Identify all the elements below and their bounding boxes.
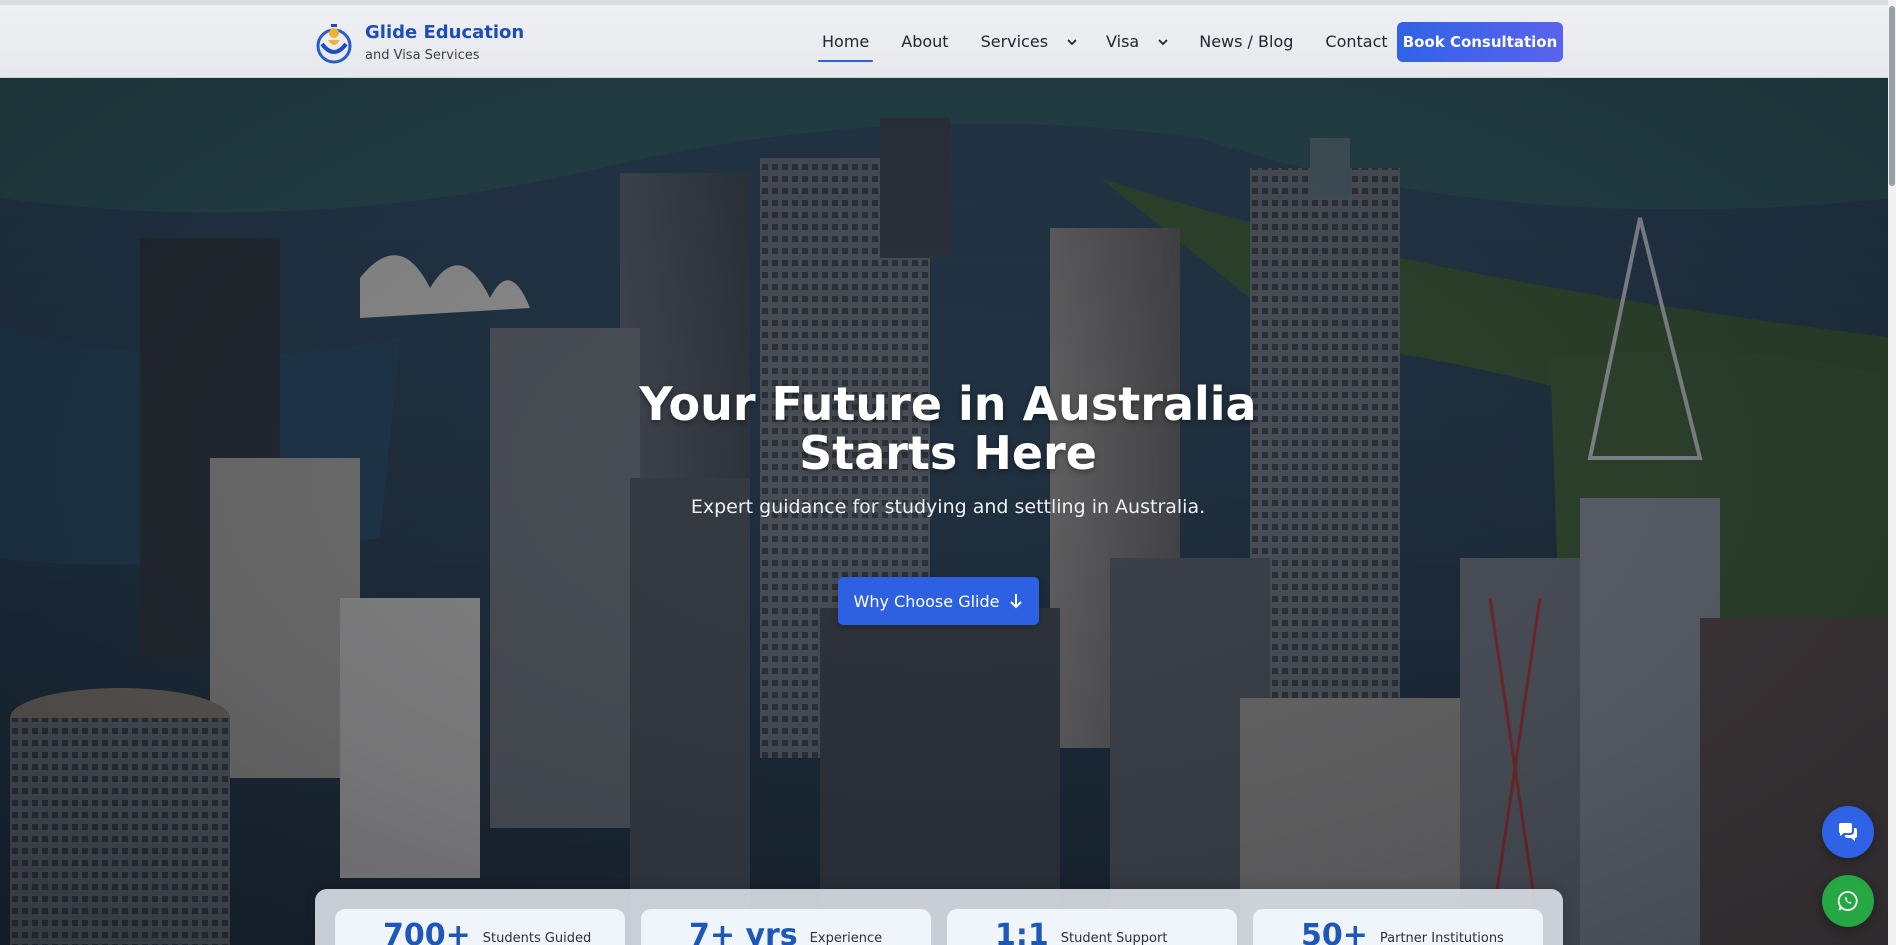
stat-label: Students Guided: [482, 931, 592, 945]
hero-title: Your Future in Australia Starts Here: [548, 380, 1348, 478]
stat-label: Experience: [809, 931, 883, 945]
site-header: Glide Education and Visa Services Home A…: [0, 0, 1896, 78]
nav-about-label: About: [901, 32, 949, 51]
hero-subtitle: Expert guidance for studying and settlin…: [690, 496, 1206, 518]
logo-icon: [316, 24, 352, 64]
stat-card: 7+ yrs Experience: [641, 909, 931, 945]
nav-contact-label: Contact: [1325, 32, 1388, 51]
nav-home[interactable]: Home: [817, 32, 874, 62]
stat-value: 7+ yrs: [689, 918, 798, 945]
nav-services-label: Services: [980, 32, 1049, 51]
stat-value: 50+: [1301, 918, 1368, 945]
scrollbar[interactable]: [1888, 0, 1896, 945]
nav-services[interactable]: Services: [981, 32, 1078, 51]
main-nav: Home About Services Visa News / Blog Con…: [810, 5, 1388, 78]
stat-label: Partner Institutions: [1379, 931, 1504, 945]
nav-visa[interactable]: Visa: [1106, 32, 1169, 51]
brand-title: Glide Education: [365, 22, 525, 43]
why-choose-glide-button[interactable]: Why Choose Glide: [838, 577, 1039, 625]
stat-value: 700+: [383, 918, 471, 945]
logo[interactable]: Glide Education and Visa Services: [313, 22, 524, 64]
chat-button[interactable]: [1822, 806, 1874, 858]
chat-bubbles-icon: [1839, 823, 1857, 841]
nav-news-blog[interactable]: News / Blog: [1199, 32, 1293, 51]
chevron-down-icon[interactable]: [1157, 36, 1169, 48]
chevron-down-icon[interactable]: [1066, 36, 1078, 48]
hero-title-line2: Starts Here: [799, 426, 1097, 480]
brand-subtitle: and Visa Services: [365, 48, 480, 63]
nav-about[interactable]: About: [901, 32, 948, 51]
nav-contact[interactable]: Contact: [1325, 32, 1387, 51]
nav-home-label: Home: [822, 32, 870, 51]
stat-card: 50+ Partner Institutions: [1253, 909, 1543, 945]
whatsapp-icon: [1837, 891, 1858, 911]
nav-visa-label: Visa: [1106, 32, 1140, 51]
stat-card: 1:1 Student Support: [947, 909, 1237, 945]
stat-card: 700+ Students Guided: [335, 909, 625, 945]
why-choose-glide-label: Why Choose Glide: [853, 591, 1000, 611]
stat-label: Student Support: [1060, 931, 1168, 945]
stats-panel: 700+ Students Guided 7+ yrs Experience 1…: [315, 889, 1563, 945]
hero-section: Your Future in Australia Starts Here Exp…: [0, 78, 1896, 945]
arrow-down-icon: [1010, 594, 1023, 609]
book-consultation-button[interactable]: Book Consultation: [1397, 22, 1563, 62]
hero-title-line1: Your Future in Australia: [639, 377, 1257, 431]
stat-value: 1:1: [995, 918, 1049, 945]
scrollbar-thumb[interactable]: [1889, 6, 1895, 186]
nav-news-blog-label: News / Blog: [1199, 32, 1294, 51]
whatsapp-button[interactable]: [1822, 875, 1874, 927]
